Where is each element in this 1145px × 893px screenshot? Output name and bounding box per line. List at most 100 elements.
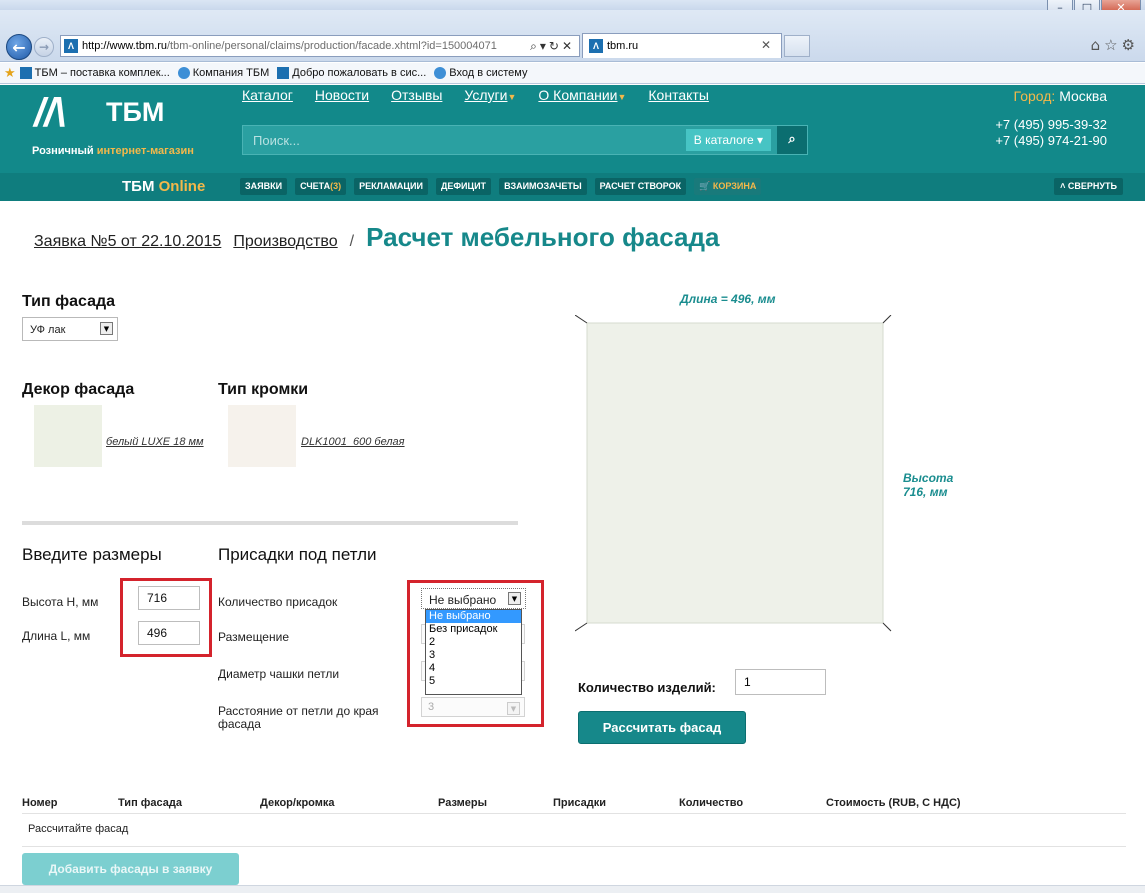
logo-tagline: Розничный интернет-магазин (32, 145, 194, 157)
forward-icon[interactable]: → (34, 37, 54, 57)
account-subnav: ТБМ Online ЗАЯВКИ СЧЕТА(3) РЕКЛАМАЦИИ ДЕ… (0, 173, 1145, 201)
facade-panel (586, 322, 884, 624)
online-brand: ТБМ Online (122, 178, 205, 195)
chevron-down-icon: ▼ (100, 322, 113, 335)
calculate-button[interactable]: Рассчитать фасад (578, 711, 746, 744)
edge-swatch[interactable] (228, 405, 296, 467)
favorites-star-icon[interactable]: ★ (4, 66, 16, 81)
favorite-item[interactable]: Компания ТБМ (177, 67, 270, 79)
phones: +7 (495) 995-39-32 +7 (495) 974-21-90 (995, 117, 1107, 149)
sizes-title: Введите размеры (22, 545, 162, 564)
cup-diameter-label: Диаметр чашки петли (218, 667, 340, 681)
breadcrumb-separator: / (349, 233, 355, 250)
logo-text[interactable]: ТБМ (106, 97, 164, 128)
subnav-claims[interactable]: ЗАЯВКИ (240, 178, 288, 195)
height-label: Высота H, мм (22, 595, 99, 609)
tbm-icon (277, 67, 290, 79)
home-star-gear-icons[interactable]: ⌂☆⚙ (1091, 36, 1139, 54)
city-value: Москва (1059, 88, 1107, 104)
favorite-label: Добро пожаловать в сис... (292, 67, 427, 79)
tagline-retail: Розничный (32, 145, 94, 157)
facade-preview (575, 315, 892, 632)
breadcrumb-claim[interactable]: Заявка №5 от 22.10.2015 (34, 233, 221, 251)
nav-news[interactable]: Новости (315, 87, 369, 103)
table-header-decor: Декор/кромка (260, 797, 335, 809)
nav-about-wrap[interactable]: О Компании▼ (538, 87, 626, 103)
quantity-input[interactable]: 1 (735, 669, 826, 695)
top-navigation: Каталог Новости Отзывы Услуги▼ О Компани… (242, 87, 709, 103)
new-tab-button[interactable] (784, 35, 810, 57)
decor-heading: Декор фасада (22, 381, 135, 398)
table-empty-message: Рассчитайте фасад (28, 823, 129, 835)
table-header-sizes: Размеры (438, 797, 488, 809)
edge-link[interactable]: DLK1001_600 белая (301, 436, 405, 448)
table-header-type: Тип фасада (118, 797, 182, 809)
subnav-deficit[interactable]: ДЕФИЦИТ (435, 178, 492, 195)
subnav-cart[interactable]: 🛒 КОРЗИНА (694, 178, 762, 195)
search-input[interactable]: Поиск... (253, 133, 300, 148)
site-header: //\ ТБМ Розничный интернет-магазин Катал… (0, 85, 1145, 173)
decor-swatch[interactable] (34, 405, 102, 467)
search-icon[interactable]: ⌕ (777, 126, 807, 154)
subnav-complaints[interactable]: РЕКЛАМАЦИИ (354, 178, 428, 195)
nav-contacts[interactable]: Контакты (648, 87, 708, 103)
nav-reviews[interactable]: Отзывы (391, 87, 442, 103)
collapse-button[interactable]: ˄ СВЕРНУТЬ (1054, 178, 1123, 195)
facade-type-value: УФ лак (30, 324, 66, 336)
page-title: Расчет мебельного фасада (366, 222, 720, 252)
city-selector[interactable]: Город: Москва (1014, 88, 1107, 104)
preview-height-line-1: Высота (903, 471, 954, 485)
breadcrumb-production[interactable]: Производство (233, 233, 337, 251)
nav-about[interactable]: О Компании (538, 87, 617, 103)
nav-catalog[interactable]: Каталог (242, 87, 293, 103)
tab-close-icon[interactable]: ✕ (761, 38, 771, 52)
url-host: http://www.tbm.ru (82, 40, 167, 52)
favorite-item[interactable]: Вход в систему (434, 67, 527, 79)
logo-mark-icon[interactable]: //\ (34, 91, 65, 136)
chevron-down-icon: ▼ (617, 92, 627, 102)
subnav-settlements[interactable]: ВЗАИМОЗАЧЕТЫ (499, 178, 587, 195)
collapse-label: СВЕРНУТЬ (1067, 181, 1117, 191)
site-search[interactable]: Поиск... В каталоге ▾ ⌕ (242, 125, 808, 155)
nav-services-wrap[interactable]: Услуги▼ (464, 87, 516, 103)
corner-line (882, 622, 892, 632)
preview-height-label: Высота 716, мм (903, 471, 953, 499)
search-scope-select[interactable]: В каталоге ▾ (685, 129, 771, 151)
address-tools-icon[interactable]: ⌕▾↻✕ (530, 39, 575, 54)
favorite-label: ТБМ – поставка комплек... (34, 67, 170, 79)
quantity-label: Количество изделий: (578, 680, 716, 695)
window-titlebar: – □ ✕ (0, 0, 1145, 18)
nav-services[interactable]: Услуги (464, 87, 507, 103)
highlight-box-hinges (407, 580, 544, 727)
favorite-item[interactable]: ТБМ – поставка комплек... (19, 67, 170, 79)
browser-tab[interactable]: Λ tbm.ru ✕ (582, 33, 782, 58)
table-rule (22, 846, 1126, 847)
ie-icon (177, 67, 190, 79)
tagline-shop: интернет-магазин (96, 145, 194, 157)
tab-title: tbm.ru (607, 40, 639, 52)
address-bar[interactable]: Λ http://www.tbm.ru/tbm-online/personal/… (60, 35, 580, 57)
subnav-invoices[interactable]: СЧЕТА(3) (295, 178, 347, 195)
search-scope-label: В каталоге (693, 133, 754, 147)
placement-label: Размещение (218, 630, 289, 644)
browser-navbar: ← → Λ http://www.tbm.ru/tbm-online/perso… (0, 10, 1145, 62)
corner-line (575, 622, 588, 632)
facade-type-select[interactable]: УФ лак ▼ (22, 317, 118, 341)
favorite-label: Компания ТБМ (192, 67, 270, 79)
subnav-facade-calc[interactable]: РАСЧЕТ СТВОРОК (594, 178, 687, 195)
table-rule (22, 813, 1126, 814)
horizontal-scrollbar[interactable] (0, 885, 1145, 893)
favorite-item[interactable]: Добро пожаловать в сис... (277, 67, 426, 79)
add-facades-button[interactable]: Добавить фасады в заявку (22, 853, 239, 885)
chevron-down-icon: ▼ (507, 92, 517, 102)
url-path: /tbm-online/personal/claims/production/f… (166, 40, 497, 52)
tab-favicon-icon: Λ (589, 39, 603, 53)
length-label: Длина L, мм (22, 629, 91, 643)
highlight-box-sizes (120, 578, 212, 657)
ie-icon (434, 67, 447, 79)
back-icon[interactable]: ← (6, 34, 32, 60)
phone-1: +7 (495) 995-39-32 (995, 117, 1107, 132)
cart-icon: 🛒 (699, 181, 711, 191)
table-header-hinges: Присадки (553, 797, 607, 809)
decor-link[interactable]: белый LUXE 18 мм (106, 436, 204, 448)
